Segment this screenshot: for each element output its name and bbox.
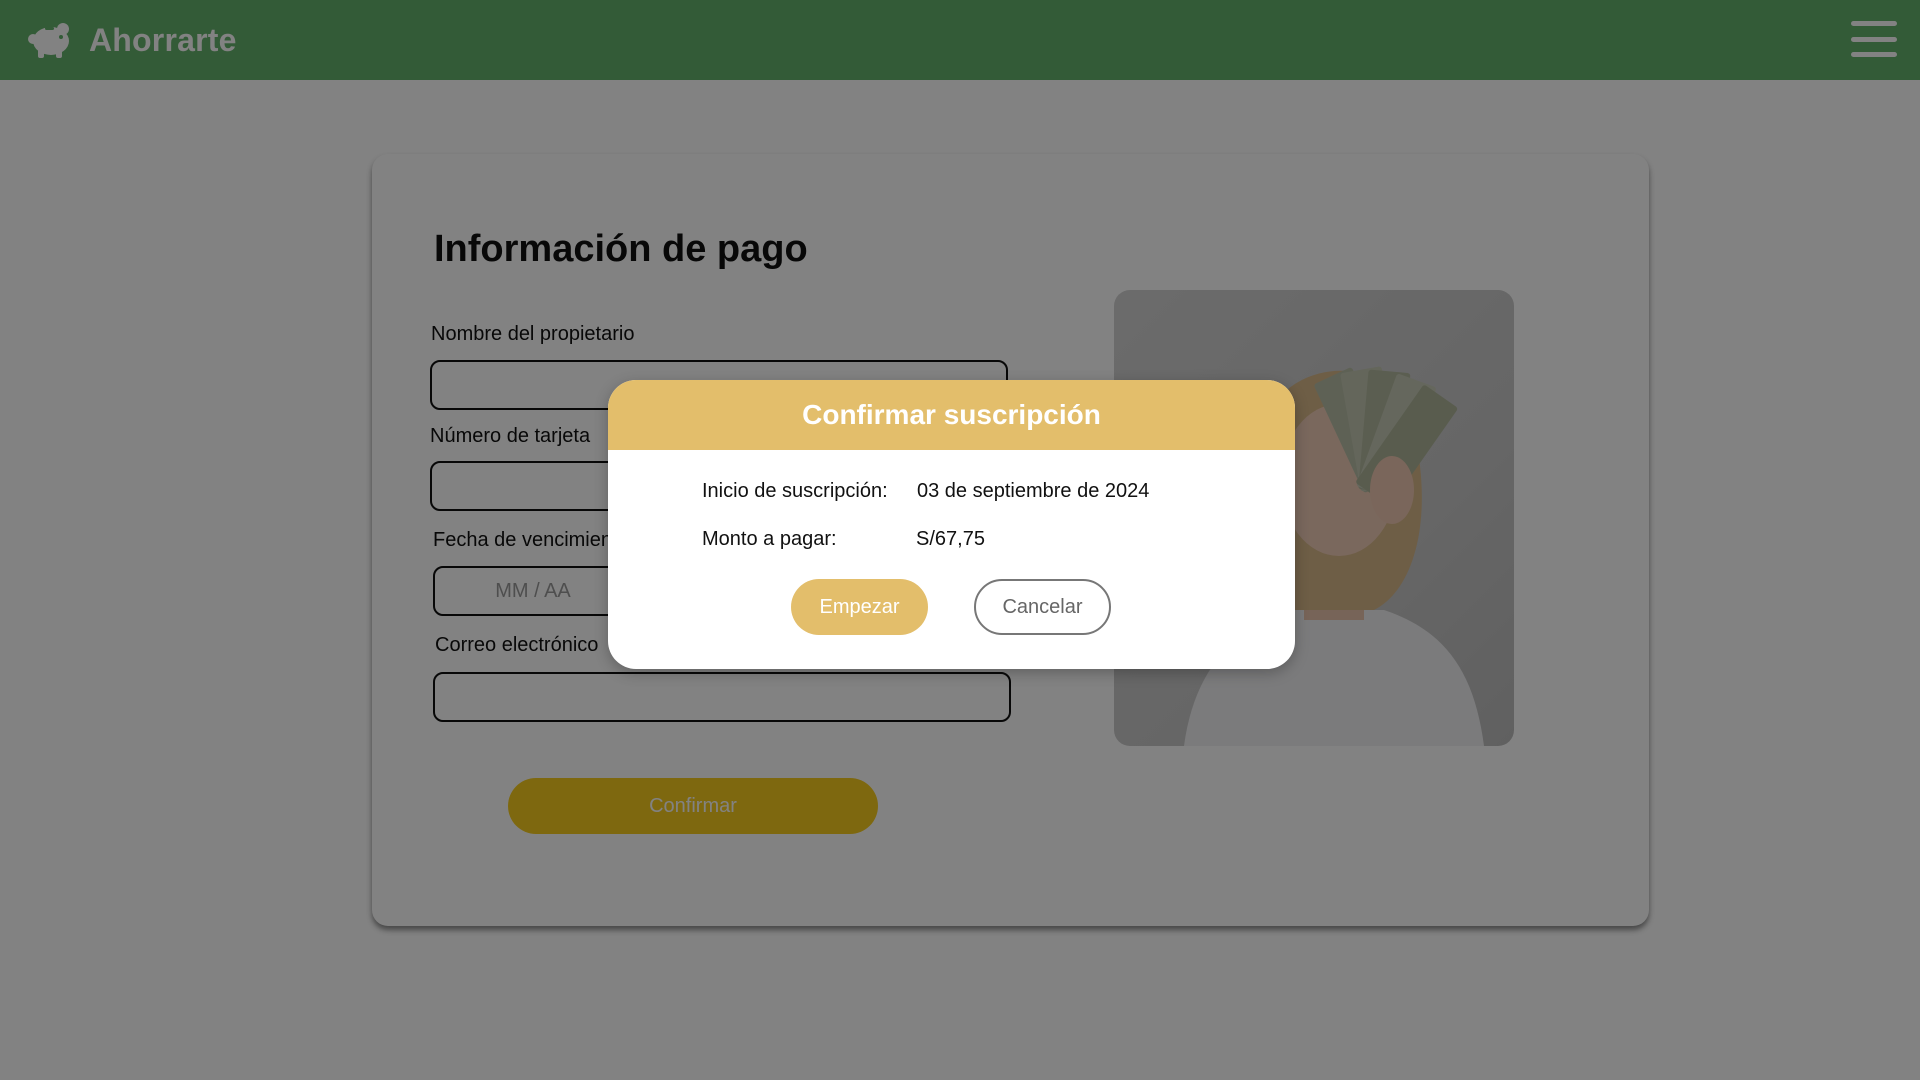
confirm-subscription-modal: Confirmar suscripción Inicio de suscripc… bbox=[608, 380, 1295, 669]
amount-label: Monto a pagar: bbox=[702, 528, 837, 550]
amount-value: S/67,75 bbox=[916, 528, 985, 550]
cancel-button[interactable]: Cancelar bbox=[974, 579, 1111, 635]
modal-header: Confirmar suscripción bbox=[608, 380, 1295, 450]
modal-title: Confirmar suscripción bbox=[802, 399, 1101, 430]
subscription-start-value: 03 de septiembre de 2024 bbox=[917, 480, 1150, 502]
subscription-start-row: Inicio de suscripción: 03 de septiembre … bbox=[702, 480, 1149, 503]
subscription-start-label: Inicio de suscripción: bbox=[702, 480, 888, 502]
start-button[interactable]: Empezar bbox=[791, 579, 928, 635]
amount-row: Monto a pagar: S/67,75 bbox=[702, 528, 985, 551]
